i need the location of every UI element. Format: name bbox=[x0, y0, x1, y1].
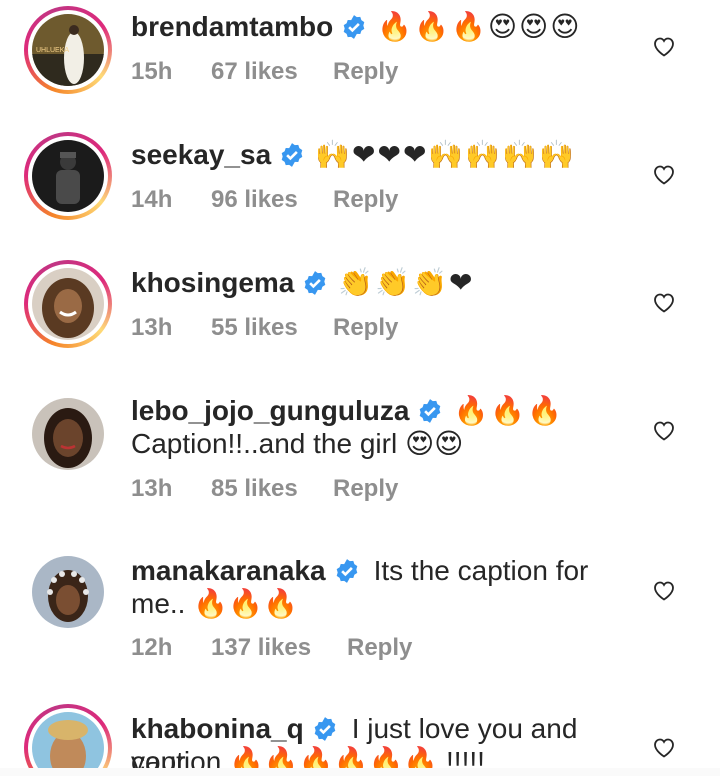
reply-button[interactable]: Reply bbox=[333, 475, 398, 503]
comment-emoji: 🔥🔥🔥 bbox=[453, 395, 565, 426]
avatar-wrap[interactable] bbox=[32, 398, 104, 470]
username[interactable]: brendamtambo bbox=[131, 11, 333, 42]
verified-badge-icon bbox=[336, 559, 357, 583]
likes-count[interactable]: 55 likes bbox=[211, 314, 333, 342]
comment-time: 13h bbox=[131, 475, 173, 502]
avatar-story-ring[interactable] bbox=[24, 260, 112, 348]
comment-text: Caption!!..and the girl 😍😍 bbox=[131, 428, 464, 459]
heart-outline-icon[interactable] bbox=[652, 163, 676, 185]
heart-outline-icon[interactable] bbox=[652, 35, 676, 57]
reply-button[interactable]: Reply bbox=[347, 634, 412, 662]
verified-badge-icon bbox=[305, 271, 326, 295]
avatar bbox=[32, 140, 104, 212]
comment-meta: 15h 67 likes Reply bbox=[131, 58, 398, 86]
comment-meta: 13h 55 likes Reply bbox=[131, 314, 398, 342]
svg-text:UHLUEKA: UHLUEKA bbox=[36, 47, 69, 54]
comment-time: 14h bbox=[131, 186, 173, 213]
comment-meta: 12h 137 likes Reply bbox=[131, 634, 412, 662]
comment-text: Its the caption for bbox=[373, 555, 589, 586]
comment-meta: 13h 85 likes Reply bbox=[131, 475, 398, 503]
verified-badge-icon bbox=[343, 15, 365, 39]
username[interactable]: khabonina_q bbox=[131, 713, 304, 744]
comment-emoji: 🙌❤❤❤🙌🙌🙌🙌 bbox=[315, 139, 576, 170]
avatar-story-ring[interactable] bbox=[24, 704, 112, 776]
likes-count[interactable]: 137 likes bbox=[211, 634, 347, 662]
avatar-wrap[interactable] bbox=[32, 556, 104, 628]
comment-emoji: 🔥🔥🔥😍😍😍 bbox=[377, 11, 582, 42]
likes-count[interactable]: 96 likes bbox=[211, 186, 333, 214]
username[interactable]: khosingema bbox=[131, 267, 294, 298]
avatar: UHLUEKA bbox=[32, 14, 104, 86]
verified-badge-icon bbox=[281, 143, 303, 167]
avatar bbox=[32, 712, 104, 776]
comment-time: 13h bbox=[131, 314, 173, 341]
verified-badge-icon bbox=[420, 399, 441, 423]
reply-button[interactable]: Reply bbox=[333, 58, 398, 86]
comment-time: 15h bbox=[131, 58, 173, 85]
comment-text-continued: me.. 🔥🔥🔥 bbox=[131, 588, 298, 619]
reply-button[interactable]: Reply bbox=[333, 186, 398, 214]
avatar-story-ring[interactable] bbox=[24, 132, 112, 220]
comment-meta: 14h 96 likes Reply bbox=[131, 186, 398, 214]
comment-time: 12h bbox=[131, 634, 173, 661]
likes-count[interactable]: 67 likes bbox=[211, 58, 333, 86]
avatar bbox=[32, 556, 104, 628]
heart-outline-icon[interactable] bbox=[652, 419, 676, 441]
heart-outline-icon[interactable] bbox=[652, 579, 676, 601]
username[interactable]: manakaranaka bbox=[131, 555, 326, 586]
username[interactable]: seekay_sa bbox=[131, 139, 271, 170]
comment-emoji: 👏👏👏❤ bbox=[338, 267, 475, 298]
avatar-story-ring[interactable]: UHLUEKA bbox=[24, 6, 112, 94]
avatar bbox=[32, 398, 104, 470]
avatar bbox=[32, 268, 104, 340]
verified-badge-icon bbox=[314, 717, 335, 741]
reply-button[interactable]: Reply bbox=[333, 314, 398, 342]
bottom-edge bbox=[0, 768, 720, 776]
heart-outline-icon[interactable] bbox=[652, 291, 676, 313]
likes-count[interactable]: 85 likes bbox=[211, 475, 333, 503]
heart-outline-icon[interactable] bbox=[652, 736, 676, 758]
username[interactable]: lebo_jojo_gunguluza bbox=[131, 395, 409, 426]
